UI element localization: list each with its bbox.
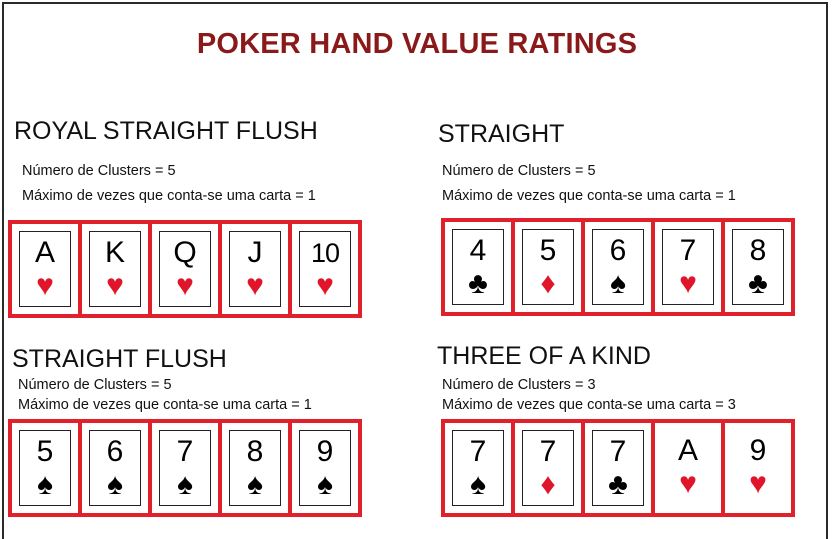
card-slot: 5 ♠ xyxy=(8,419,82,517)
playing-card: 4 ♣ xyxy=(452,229,504,305)
page-title: POKER HAND VALUE RATINGS xyxy=(196,28,638,60)
hand-clusters: Número de Clusters = 5 xyxy=(442,163,596,179)
card-rank: A xyxy=(34,236,55,269)
hand-title-straight-flush: STRAIGHT FLUSH xyxy=(12,345,227,373)
card-slot: 6 ♠ xyxy=(78,419,152,517)
spade-icon: ♠ xyxy=(247,468,263,501)
heart-icon: ♥ xyxy=(246,269,264,302)
spade-icon: ♠ xyxy=(317,468,333,501)
playing-card: 9 ♥ xyxy=(732,430,784,506)
playing-card: 7 ♠ xyxy=(452,430,504,506)
club-icon: ♣ xyxy=(608,468,628,501)
card-slot: 5 ♦ xyxy=(511,218,585,316)
heart-icon: ♥ xyxy=(679,467,697,500)
card-slot: Q ♥ xyxy=(148,220,222,318)
spade-icon: ♠ xyxy=(107,468,123,501)
playing-card: A ♥ xyxy=(662,430,714,506)
playing-card: 9 ♠ xyxy=(299,430,351,506)
card-slot: J ♥ xyxy=(218,220,292,318)
heart-icon: ♥ xyxy=(36,269,54,302)
card-rank: K xyxy=(104,236,125,269)
playing-card: K ♥ xyxy=(89,231,141,307)
card-slot: 7 ♣ xyxy=(581,419,655,517)
card-slot: 7 ♥ xyxy=(651,218,725,316)
card-rank: 7 xyxy=(176,435,194,468)
playing-card: 5 ♠ xyxy=(19,430,71,506)
card-rank: 8 xyxy=(749,234,767,267)
card-rank: 6 xyxy=(609,234,627,267)
playing-card: 7 ♣ xyxy=(592,430,644,506)
playing-card: 7 ♠ xyxy=(159,430,211,506)
card-rank: 7 xyxy=(609,435,627,468)
card-rank: 7 xyxy=(469,435,487,468)
card-slot: 7 ♦ xyxy=(511,419,585,517)
card-row: 7 ♠ 7 ♦ 7 ♣ A ♥ 9 ♥ xyxy=(441,419,795,517)
card-rank: A xyxy=(677,434,698,467)
card-rank: 9 xyxy=(749,434,767,467)
playing-card: 10 ♥ xyxy=(299,231,351,307)
playing-card: 7 ♦ xyxy=(522,430,574,506)
playing-card: 7 ♥ xyxy=(662,229,714,305)
card-row: 5 ♠ 6 ♠ 7 ♠ 8 ♠ 9 ♠ xyxy=(8,419,362,517)
playing-card: 6 ♠ xyxy=(89,430,141,506)
hand-title-royal-straight-flush: ROYAL STRAIGHT FLUSH xyxy=(14,117,318,145)
playing-card: 6 ♠ xyxy=(592,229,644,305)
playing-card: Q ♥ xyxy=(159,231,211,307)
card-rank: 4 xyxy=(469,234,487,267)
hand-clusters: Número de Clusters = 5 xyxy=(18,377,172,393)
card-row: 4 ♣ 5 ♦ 6 ♠ 7 ♥ 8 ♣ xyxy=(441,218,795,316)
card-slot: K ♥ xyxy=(78,220,152,318)
heart-icon: ♥ xyxy=(316,269,334,302)
hand-title-three-of-a-kind: THREE OF A KIND xyxy=(437,342,651,370)
card-rank: 9 xyxy=(316,435,334,468)
playing-card: 5 ♦ xyxy=(522,229,574,305)
spade-icon: ♠ xyxy=(177,468,193,501)
card-slot: 4 ♣ xyxy=(441,218,515,316)
card-rank: Q xyxy=(173,236,197,269)
hand-title-straight: STRAIGHT xyxy=(438,120,565,148)
card-rank: 8 xyxy=(246,435,264,468)
spade-icon: ♠ xyxy=(37,468,53,501)
heart-icon: ♥ xyxy=(106,269,124,302)
playing-card: A ♥ xyxy=(19,231,71,307)
card-slot: 7 ♠ xyxy=(148,419,222,517)
card-slot: 8 ♣ xyxy=(721,218,795,316)
club-icon: ♣ xyxy=(468,267,488,300)
card-rank: J xyxy=(247,236,263,269)
heart-icon: ♥ xyxy=(176,269,194,302)
hand-max-count: Máximo de vezes que conta-se uma carta =… xyxy=(442,397,736,413)
card-slot: A ♥ xyxy=(651,419,725,517)
card-rank: 10 xyxy=(310,238,340,268)
heart-icon: ♥ xyxy=(679,267,697,300)
card-rank: 7 xyxy=(679,234,697,267)
hand-max-count: Máximo de vezes que conta-se uma carta =… xyxy=(22,188,316,204)
playing-card: 8 ♠ xyxy=(229,430,281,506)
playing-card: 8 ♣ xyxy=(732,229,784,305)
card-slot: A ♥ xyxy=(8,220,82,318)
card-row: A ♥ K ♥ Q ♥ J ♥ 10 ♥ xyxy=(8,220,362,318)
spade-icon: ♠ xyxy=(610,267,626,300)
diamond-icon: ♦ xyxy=(540,468,556,501)
playing-card: J ♥ xyxy=(229,231,281,307)
card-rank: 7 xyxy=(539,435,557,468)
card-slot: 9 ♠ xyxy=(288,419,362,517)
club-icon: ♣ xyxy=(748,267,768,300)
heart-icon: ♥ xyxy=(749,467,767,500)
card-slot: 9 ♥ xyxy=(721,419,795,517)
card-slot: 7 ♠ xyxy=(441,419,515,517)
card-slot: 10 ♥ xyxy=(288,220,362,318)
card-rank: 5 xyxy=(539,234,557,267)
diamond-icon: ♦ xyxy=(540,267,556,300)
spade-icon: ♠ xyxy=(470,468,486,501)
hand-clusters: Número de Clusters = 5 xyxy=(22,163,176,179)
hand-max-count: Máximo de vezes que conta-se uma carta =… xyxy=(442,188,736,204)
card-rank: 6 xyxy=(106,435,124,468)
hand-clusters: Número de Clusters = 3 xyxy=(442,377,596,393)
card-slot: 8 ♠ xyxy=(218,419,292,517)
card-slot: 6 ♠ xyxy=(581,218,655,316)
card-rank: 5 xyxy=(36,435,54,468)
hand-max-count: Máximo de vezes que conta-se uma carta =… xyxy=(18,397,312,413)
